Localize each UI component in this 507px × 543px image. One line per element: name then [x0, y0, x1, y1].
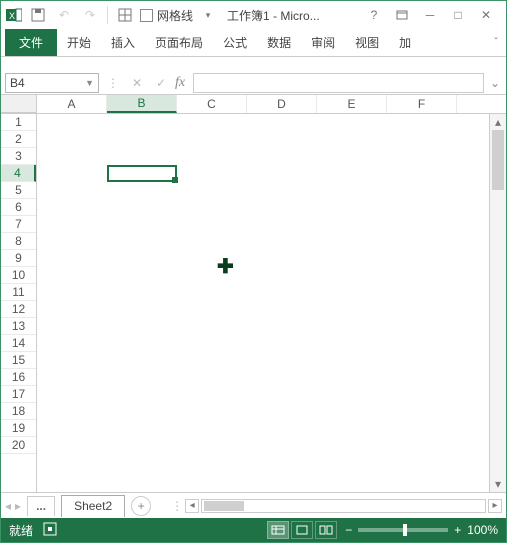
sheet-nav-prev-icon[interactable]: ◂	[5, 499, 11, 513]
zoom-slider[interactable]	[358, 528, 448, 532]
formula-bar-row: B4 ▼ ⋮ ✕ ✓ fx ⌄	[1, 71, 506, 95]
sheet-nav-next-icon[interactable]: ▸	[15, 499, 21, 513]
zoom-in-button[interactable]: +	[454, 523, 461, 537]
row-header-11[interactable]: 11	[1, 284, 36, 301]
fx-icon[interactable]: fx	[175, 75, 185, 91]
name-box-value: B4	[10, 76, 25, 90]
row-header-7[interactable]: 7	[1, 216, 36, 233]
fill-handle[interactable]	[172, 177, 178, 183]
redo-button[interactable]: ↷	[79, 4, 101, 26]
col-header-C[interactable]: C	[177, 95, 247, 113]
tab-addins[interactable]: 加	[389, 29, 421, 56]
scroll-down-icon[interactable]: ▾	[490, 476, 506, 492]
row-header-2[interactable]: 2	[1, 131, 36, 148]
view-page-layout-button[interactable]	[291, 521, 313, 539]
namebox-vdots-icon[interactable]: ⋮	[103, 73, 123, 93]
cell-cursor-icon: ✚	[217, 254, 234, 279]
new-sheet-button[interactable]: +	[131, 496, 151, 516]
cells-area[interactable]: ✚	[37, 114, 506, 492]
title-bar: X ↶ ↷ 网格线 ▾ 工作簿1 - Micro... ? ─ □ ✕	[1, 1, 506, 29]
ribbon-collapse-icon[interactable]: ˇ	[486, 33, 506, 53]
row-header-20[interactable]: 20	[1, 437, 36, 454]
formula-input[interactable]	[193, 73, 484, 93]
view-normal-button[interactable]	[267, 521, 289, 539]
name-box[interactable]: B4 ▼	[5, 73, 99, 93]
vertical-scrollbar[interactable]: ▴ ▾	[489, 114, 506, 492]
maximize-button[interactable]: □	[448, 5, 468, 25]
tab-insert[interactable]: 插入	[101, 29, 145, 56]
close-button[interactable]: ✕	[476, 5, 496, 25]
select-all-corner[interactable]	[1, 95, 37, 113]
app-icon: X	[5, 6, 23, 24]
selected-cell[interactable]	[107, 165, 177, 182]
row-header-16[interactable]: 16	[1, 369, 36, 386]
view-page-break-button[interactable]	[315, 521, 337, 539]
col-header-E[interactable]: E	[317, 95, 387, 113]
tab-file[interactable]: 文件	[5, 29, 57, 56]
row-header-4[interactable]: 4	[1, 165, 36, 182]
ribbon-tabs: 文件 开始 插入 页面布局 公式 数据 审阅 视图 加 ˇ	[1, 29, 506, 57]
chevron-down-icon[interactable]: ▼	[85, 78, 94, 88]
enter-formula-button[interactable]: ✓	[151, 73, 171, 93]
save-button[interactable]	[27, 4, 49, 26]
row-header-5[interactable]: 5	[1, 182, 36, 199]
tab-home[interactable]: 开始	[57, 29, 101, 56]
grid-icon[interactable]	[114, 4, 136, 26]
qat-dropdown-icon[interactable]: ▾	[197, 4, 219, 26]
row-header-18[interactable]: 18	[1, 403, 36, 420]
col-header-A[interactable]: A	[37, 95, 107, 113]
col-header-B[interactable]: B	[107, 95, 177, 113]
gridlines-label: 网格线	[157, 7, 193, 24]
sheet-overflow-tab[interactable]: ...	[27, 496, 55, 516]
sheet-tab-bar: ◂ ▸ ... Sheet2 + ⋮ ◂ ▸	[1, 492, 506, 518]
document-title: 工作簿1 - Micro...	[227, 7, 320, 24]
status-ready: 就绪	[9, 522, 33, 539]
scroll-right-icon[interactable]: ▸	[488, 499, 502, 513]
horizontal-scrollbar[interactable]: ⋮ ◂ ▸	[171, 499, 502, 513]
scroll-left-icon[interactable]: ◂	[185, 499, 199, 513]
gridlines-checkbox[interactable]	[140, 9, 153, 22]
minimize-button[interactable]: ─	[420, 5, 440, 25]
zoom-out-button[interactable]: −	[345, 523, 352, 537]
cancel-formula-button[interactable]: ✕	[127, 73, 147, 93]
hscroll-handle-icon[interactable]: ⋮	[171, 499, 183, 513]
tab-layout[interactable]: 页面布局	[145, 29, 213, 56]
row-header-12[interactable]: 12	[1, 301, 36, 318]
row-header-14[interactable]: 14	[1, 335, 36, 352]
col-header-F[interactable]: F	[387, 95, 457, 113]
row-header-19[interactable]: 19	[1, 420, 36, 437]
tab-view[interactable]: 视图	[345, 29, 389, 56]
ribbon-display-button[interactable]	[392, 5, 412, 25]
separator	[107, 6, 108, 24]
scroll-up-icon[interactable]: ▴	[490, 114, 506, 130]
zoom-level[interactable]: 100%	[467, 523, 498, 537]
tab-data[interactable]: 数据	[257, 29, 301, 56]
sheet-tab-active[interactable]: Sheet2	[61, 495, 125, 517]
expand-formula-icon[interactable]: ⌄	[488, 76, 502, 90]
row-header-3[interactable]: 3	[1, 148, 36, 165]
row-header-13[interactable]: 13	[1, 318, 36, 335]
tab-review[interactable]: 审阅	[301, 29, 345, 56]
row-header-17[interactable]: 17	[1, 386, 36, 403]
status-bar: 就绪 − + 100%	[1, 518, 506, 542]
row-header-1[interactable]: 1	[1, 114, 36, 131]
tab-formulas[interactable]: 公式	[213, 29, 257, 56]
undo-button[interactable]: ↶	[53, 4, 75, 26]
svg-text:X: X	[9, 11, 15, 21]
row-header-10[interactable]: 10	[1, 267, 36, 284]
spreadsheet-grid[interactable]: A B C D E F 1234567891011121314151617181…	[1, 95, 506, 492]
hscroll-thumb[interactable]	[204, 501, 244, 511]
vscroll-thumb[interactable]	[492, 130, 504, 190]
macro-record-icon[interactable]	[43, 522, 57, 539]
help-button[interactable]: ?	[364, 5, 384, 25]
row-header-9[interactable]: 9	[1, 250, 36, 267]
col-header-D[interactable]: D	[247, 95, 317, 113]
row-header-8[interactable]: 8	[1, 233, 36, 250]
row-header-15[interactable]: 15	[1, 352, 36, 369]
row-header-6[interactable]: 6	[1, 199, 36, 216]
